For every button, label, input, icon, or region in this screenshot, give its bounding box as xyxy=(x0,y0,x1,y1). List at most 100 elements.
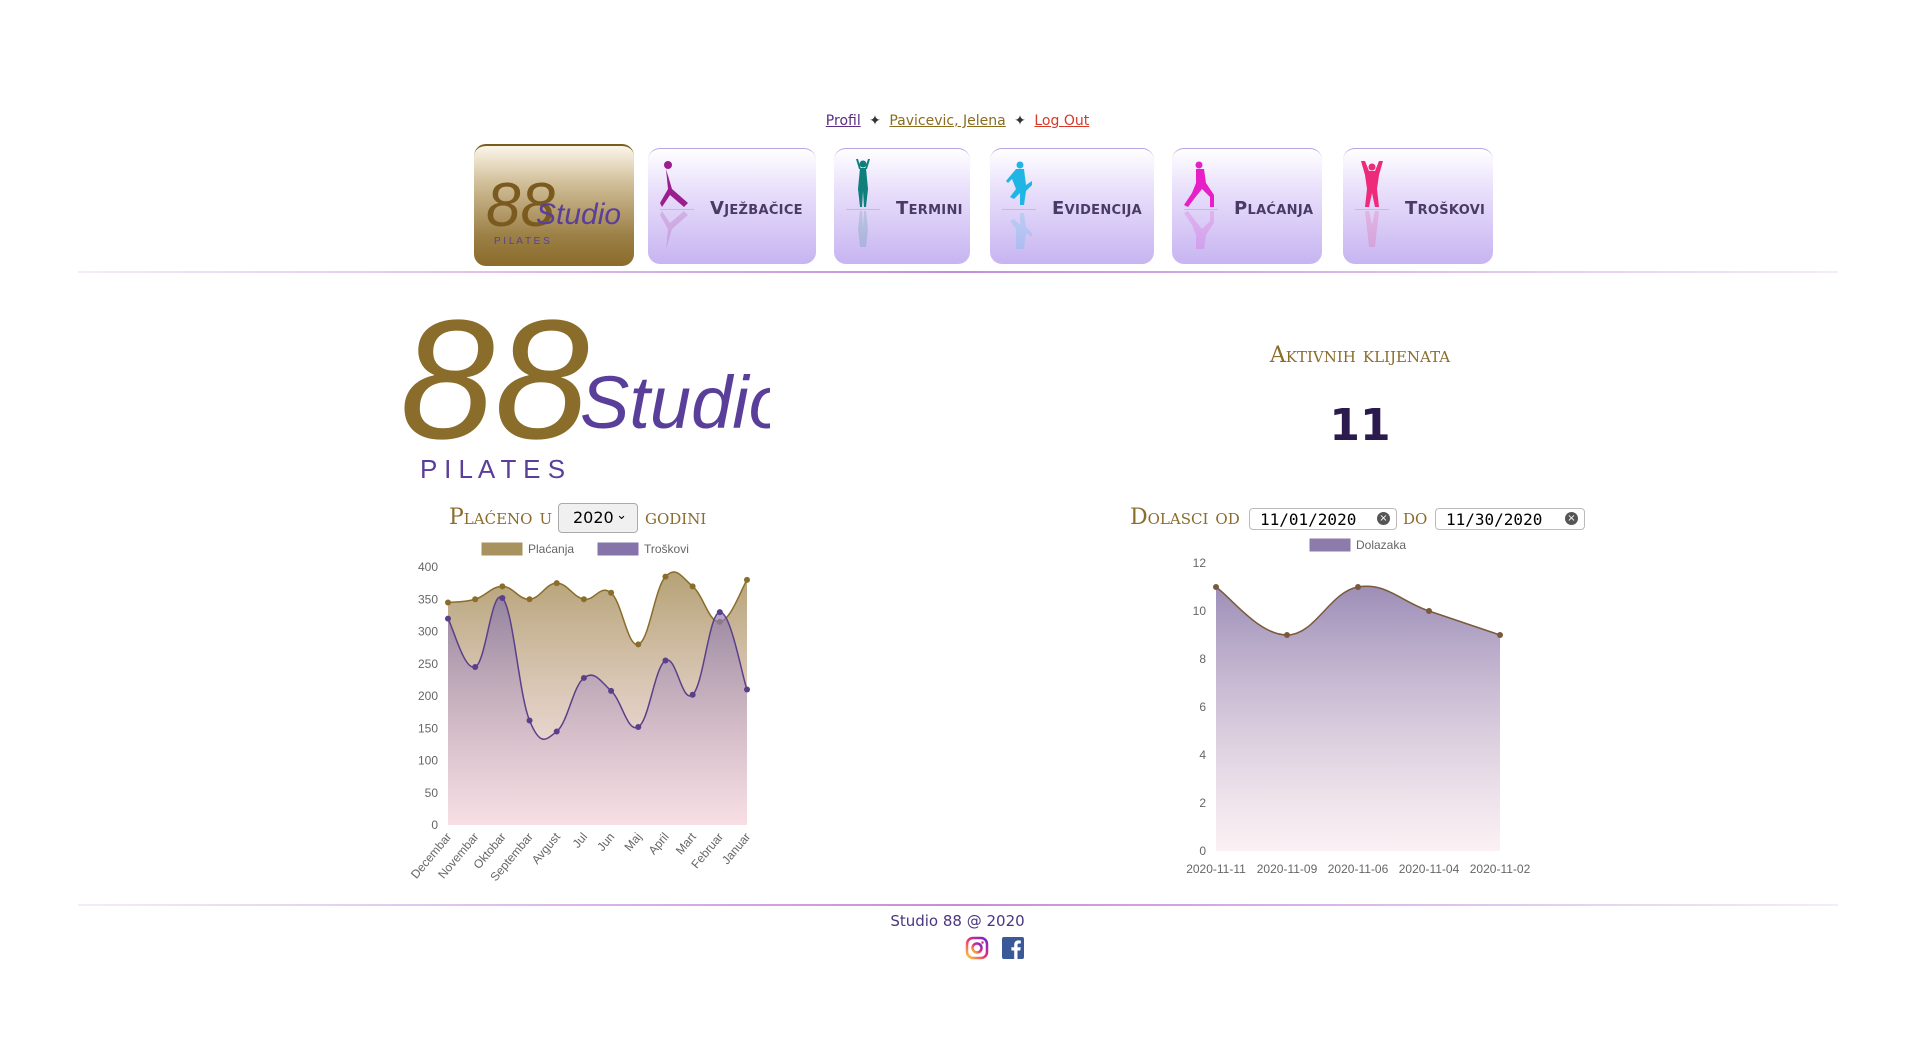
y-tick-label: 100 xyxy=(418,754,438,768)
y-tick-label: 4 xyxy=(1199,748,1206,762)
studio-88-logo-small: 88 Studio P I L A T E S xyxy=(486,171,621,247)
stretch-figure-icon xyxy=(1355,161,1389,247)
separator-star: ✦ xyxy=(869,113,881,129)
separator-star: ✦ xyxy=(1014,113,1026,129)
main-nav: 88 Studio P I L A T E S Vježbačice Termi… xyxy=(0,144,1915,266)
payments-title-prefix: Plaćeno u xyxy=(449,505,553,530)
y-tick-label: 10 xyxy=(1193,604,1207,618)
data-point xyxy=(445,615,451,622)
clear-date-icon[interactable]: × xyxy=(1377,512,1390,525)
nav-label: Plaćanja xyxy=(1234,198,1314,219)
logo-pilates-text: P I L A T E S xyxy=(420,454,565,484)
logo-studio-text: Studio xyxy=(580,361,770,444)
x-tick-label: Jul xyxy=(570,830,591,851)
profile-link[interactable]: Profil xyxy=(826,113,861,129)
y-tick-label: 200 xyxy=(418,689,438,703)
data-point xyxy=(1426,608,1432,614)
data-point xyxy=(689,691,696,698)
data-point xyxy=(553,580,560,587)
data-point xyxy=(689,583,696,590)
y-tick-label: 300 xyxy=(418,625,438,639)
instagram-icon[interactable] xyxy=(965,936,989,960)
x-tick-label: 2020-11-11 xyxy=(1186,862,1246,876)
y-tick-label: 400 xyxy=(418,560,438,574)
divider xyxy=(78,271,1838,273)
standing-figure-icon xyxy=(846,159,880,247)
nav-label: Termini xyxy=(896,198,963,219)
date-from-value: 11/01/2020 xyxy=(1260,510,1357,529)
data-point xyxy=(608,589,615,596)
dancing-figure-icon xyxy=(1002,161,1036,249)
footer-text: Studio 88 @ 2020 xyxy=(890,912,1025,930)
x-tick-label: April xyxy=(646,830,672,857)
data-point xyxy=(662,573,669,580)
active-clients-title: Aktivnih klijenata xyxy=(1269,343,1451,368)
data-point xyxy=(716,609,723,616)
x-tick-label: Avgust xyxy=(529,829,564,866)
nav-home-logo-button[interactable]: 88 Studio P I L A T E S xyxy=(474,144,634,266)
data-point xyxy=(635,723,642,730)
x-tick-label: 2020-11-04 xyxy=(1399,862,1460,876)
logo-pilates-text: P I L A T E S xyxy=(494,236,550,247)
x-tick-label: Januar xyxy=(719,830,753,867)
legend-swatch xyxy=(1309,538,1351,552)
data-point xyxy=(499,583,506,590)
y-tick-label: 0 xyxy=(1199,844,1206,858)
legend-swatch xyxy=(481,542,523,556)
y-tick-label: 12 xyxy=(1193,556,1207,570)
studio-88-logo: 88 Studio P I L A T E S xyxy=(400,288,770,484)
x-tick-label: 2020-11-09 xyxy=(1257,862,1318,876)
nav-label: Troškovi xyxy=(1405,198,1486,219)
logout-link[interactable]: Log Out xyxy=(1034,113,1089,129)
x-tick-label: Jun xyxy=(594,830,617,854)
data-point xyxy=(1213,584,1219,590)
nav-vjezbacice[interactable]: Vježbačice xyxy=(648,148,816,264)
date-to-value: 11/30/2020 xyxy=(1446,510,1543,529)
data-point xyxy=(526,717,533,724)
x-tick-label: Maj xyxy=(621,830,644,854)
arrivals-chart: Dolazaka 0 2 4 6 8 10 12 2020-11-11 2020-11-09 202… xyxy=(1186,538,1531,876)
x-tick-label: 2020-11-06 xyxy=(1328,862,1389,876)
year-select[interactable]: 2020 ⌄ xyxy=(558,503,638,533)
payments-title-suffix: godini xyxy=(645,505,707,530)
facebook-icon[interactable] xyxy=(1001,936,1025,960)
data-point xyxy=(580,674,587,681)
active-clients-count: 11 xyxy=(1329,400,1391,451)
data-point xyxy=(635,641,642,648)
date-to-input[interactable]: 11/30/2020 × xyxy=(1435,508,1585,530)
x-tick-label: 2020-11-02 xyxy=(1470,862,1531,876)
nav-evidencija[interactable]: Evidencija xyxy=(990,148,1154,264)
y-tick-label: 2 xyxy=(1199,796,1206,810)
data-point xyxy=(472,596,479,603)
data-point xyxy=(608,687,615,694)
arrivals-title-mid: do xyxy=(1403,505,1428,530)
clear-date-icon[interactable]: × xyxy=(1565,512,1578,525)
data-point xyxy=(526,596,533,603)
series-area xyxy=(1216,586,1500,851)
year-select-value: 2020 xyxy=(573,508,614,527)
logo-studio-text: Studio xyxy=(536,198,621,231)
chevron-down-icon: ⌄ xyxy=(616,508,627,523)
divider xyxy=(78,904,1838,906)
y-tick-label: 6 xyxy=(1199,700,1206,714)
data-point xyxy=(553,728,560,735)
user-bar: Profil ✦ Pavicevic, Jelena ✦ Log Out xyxy=(0,113,1915,135)
data-point xyxy=(580,596,587,603)
y-tick-label: 350 xyxy=(418,592,438,606)
data-point xyxy=(1355,584,1361,590)
data-point xyxy=(1497,632,1503,638)
date-from-input[interactable]: 11/01/2020 × xyxy=(1249,508,1397,530)
logo-88-text: 88 xyxy=(400,288,589,475)
legend-label: Plaćanja xyxy=(528,542,574,556)
data-point xyxy=(1284,632,1290,638)
y-tick-label: 50 xyxy=(425,786,439,800)
y-tick-label: 0 xyxy=(431,818,438,832)
nav-troskovi[interactable]: Troškovi xyxy=(1343,148,1493,264)
data-point xyxy=(472,663,479,670)
exercise-figure-icon xyxy=(660,161,694,249)
nav-placanja[interactable]: Plaćanja xyxy=(1172,148,1322,264)
user-name-link[interactable]: Pavicevic, Jelena xyxy=(889,113,1005,129)
data-point xyxy=(499,594,506,601)
kneeling-figure-icon xyxy=(1184,161,1218,249)
nav-termini[interactable]: Termini xyxy=(834,148,970,264)
